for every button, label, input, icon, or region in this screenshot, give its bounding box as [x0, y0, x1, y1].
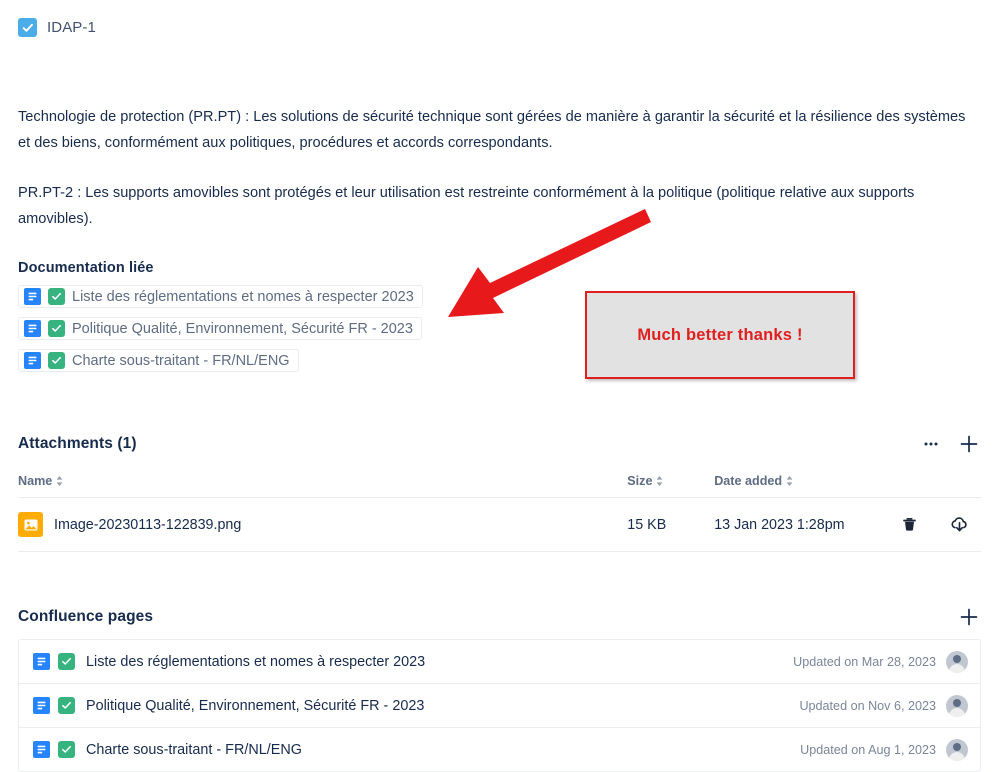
cloud-download-icon[interactable]	[947, 513, 971, 537]
attachments-table: Name Size Date added Image-20230113-1228…	[18, 474, 981, 552]
column-header-size-label: Size	[627, 474, 653, 488]
attachment-name-cell: Image-20230113-122839.png	[18, 497, 628, 552]
confluence-pages-header: Confluence pages	[18, 605, 981, 629]
confluence-page-label: Politique Qualité, Environnement, Sécuri…	[86, 697, 425, 714]
confluence-page-label: Charte sous-traitant - FR/NL/ENG	[86, 741, 302, 758]
linked-doc-link[interactable]: Politique Qualité, Environnement, Sécuri…	[18, 317, 422, 340]
column-header-size[interactable]: Size	[627, 474, 715, 498]
issue-key-row: IDAP-1	[18, 18, 96, 37]
issue-detail-page: IDAP-1 Technologie de protection (PR.PT)…	[0, 0, 999, 772]
green-check-icon	[48, 288, 65, 305]
green-check-icon	[48, 320, 65, 337]
green-check-icon	[58, 697, 75, 714]
confluence-page-icon	[33, 741, 50, 758]
list-item[interactable]: Politique Qualité, Environnement, Sécuri…	[19, 684, 980, 728]
annotation-callout-text: Much better thanks !	[637, 325, 803, 344]
confluence-page-icon	[33, 697, 50, 714]
table-row[interactable]: Image-20230113-122839.png 15 KB 13 Jan 2…	[18, 497, 981, 552]
linked-doc-link[interactable]: Liste des réglementations et nomes à res…	[18, 285, 423, 308]
confluence-row-icons	[33, 653, 75, 670]
avatar	[946, 650, 968, 673]
column-header-name-label: Name	[18, 474, 53, 488]
confluence-row-icons	[33, 741, 75, 758]
confluence-page-updated: Updated on Mar 28, 2023	[793, 654, 936, 669]
linked-doc-row: Liste des réglementations et nomes à res…	[18, 285, 423, 317]
green-check-icon	[48, 352, 65, 369]
linked-documentation-section: Documentation liée Liste des réglementat…	[18, 260, 423, 381]
linked-doc-label: Liste des réglementations et nomes à res…	[72, 288, 414, 305]
avatar	[946, 694, 968, 717]
attachment-date-cell: 13 Jan 2023 1:28pm	[714, 497, 897, 552]
sort-icon	[657, 476, 663, 486]
green-check-icon	[58, 741, 75, 758]
sort-icon	[56, 476, 63, 486]
linked-documentation-title: Documentation liée	[18, 260, 154, 276]
list-item[interactable]: Charte sous-traitant - FR/NL/ENG Updated…	[19, 728, 980, 771]
linked-doc-link[interactable]: Charte sous-traitant - FR/NL/ENG	[18, 349, 299, 372]
sort-icon	[786, 476, 793, 486]
column-header-name[interactable]: Name	[18, 474, 628, 498]
ellipsis-icon[interactable]	[919, 432, 943, 456]
annotation-callout-box: Much better thanks !	[585, 291, 855, 379]
attachment-actions-cell	[897, 497, 981, 552]
plus-icon[interactable]	[957, 605, 981, 629]
attachments-header: Attachments (1)	[18, 432, 981, 456]
avatar	[946, 738, 968, 761]
issue-checkbox[interactable]	[18, 18, 37, 37]
attachment-file-name: Image-20230113-122839.png	[54, 516, 242, 533]
list-item[interactable]: Liste des réglementations et nomes à res…	[19, 640, 980, 684]
confluence-page-icon	[33, 653, 50, 670]
confluence-pages-title: Confluence pages	[18, 608, 154, 625]
attachments-section: Attachments (1) Name Size Date added Ima…	[18, 432, 981, 552]
confluence-page-updated: Updated on Aug 1, 2023	[800, 742, 936, 757]
attachments-actions	[919, 432, 981, 456]
trash-icon[interactable]	[897, 513, 921, 537]
attachment-size-cell: 15 KB	[627, 497, 715, 552]
confluence-pages-card: Liste des réglementations et nomes à res…	[18, 639, 981, 772]
description-paragraph-2: PR.PT-2 : Les supports amovibles sont pr…	[18, 185, 915, 227]
linked-doc-label: Charte sous-traitant - FR/NL/ENG	[72, 352, 290, 369]
linked-doc-label: Politique Qualité, Environnement, Sécuri…	[72, 320, 413, 337]
image-file-icon	[18, 512, 43, 537]
plus-icon[interactable]	[957, 432, 981, 456]
confluence-page-icon	[24, 320, 41, 337]
green-check-icon	[58, 653, 75, 670]
column-header-date-added-label: Date added	[714, 474, 783, 488]
confluence-page-updated: Updated on Nov 6, 2023	[799, 698, 936, 713]
attachments-table-header-row: Name Size Date added	[18, 474, 981, 498]
confluence-page-icon	[24, 352, 41, 369]
linked-doc-row: Politique Qualité, Environnement, Sécuri…	[18, 317, 423, 349]
confluence-pages-section: Confluence pages Liste des réglementatio…	[18, 605, 981, 772]
confluence-row-icons	[33, 697, 75, 714]
linked-doc-row: Charte sous-traitant - FR/NL/ENG	[18, 349, 423, 381]
confluence-page-label: Liste des réglementations et nomes à res…	[86, 653, 426, 670]
column-header-date-added[interactable]: Date added	[714, 474, 897, 498]
attachments-title: Attachments (1)	[18, 435, 137, 452]
confluence-page-icon	[24, 288, 41, 305]
issue-key-label: IDAP-1	[47, 19, 96, 36]
column-header-actions	[897, 474, 981, 498]
description-paragraph-1: Technologie de protection (PR.PT) : Les …	[18, 109, 966, 151]
